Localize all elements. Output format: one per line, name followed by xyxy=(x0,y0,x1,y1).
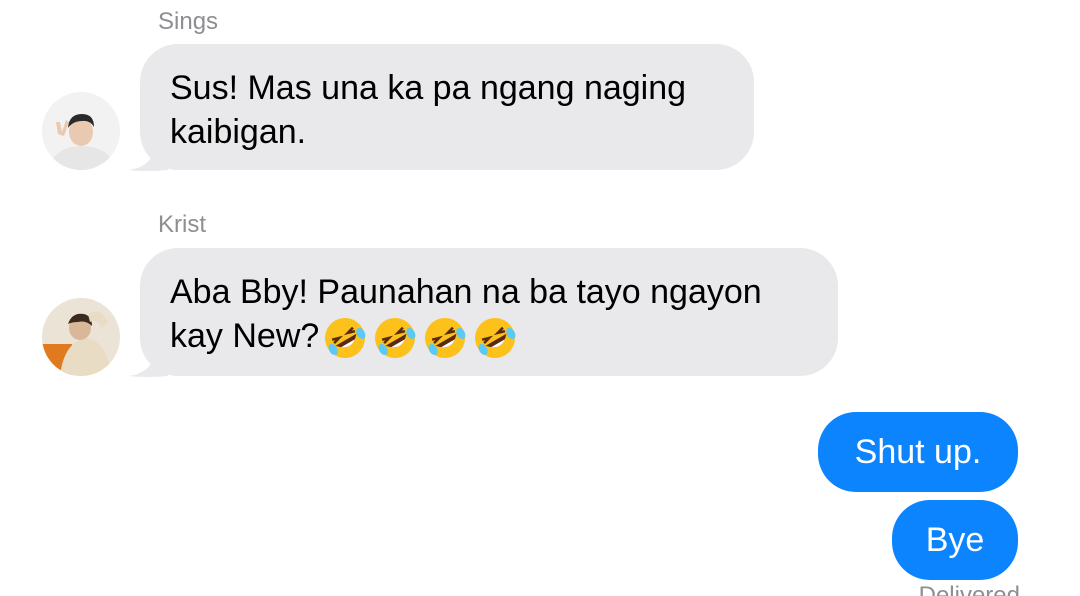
avatar-photo-krist xyxy=(42,298,120,376)
message-line: Sus! Mas una ka pa ngang naging xyxy=(170,69,687,107)
emoji-group xyxy=(321,314,521,362)
message-bubble-sings[interactable]: Sus! Mas una ka pa ngang naging kaibigan… xyxy=(140,44,754,170)
message-thread: Sings Sus! Mas una ka pa ngang naging ka… xyxy=(0,0,1080,596)
message-line-text: kay New? xyxy=(170,317,320,355)
rolling-on-floor-laughing-emoji-icon xyxy=(425,318,466,359)
rolling-on-floor-laughing-emoji-icon xyxy=(475,318,516,359)
sender-name-sings: Sings xyxy=(158,8,219,35)
sender-name-krist: Krist xyxy=(158,211,206,238)
message-line: kay New? xyxy=(170,314,808,362)
message-bubble-outgoing-shut-up[interactable]: Shut up. xyxy=(818,412,1018,492)
rolling-on-floor-laughing-emoji-icon xyxy=(325,318,366,359)
rolling-on-floor-laughing-emoji-icon xyxy=(375,318,416,359)
avatar-sings[interactable] xyxy=(42,92,120,170)
delivery-status: Delivered xyxy=(918,582,1020,596)
avatar-photo-sings xyxy=(42,92,120,170)
message-line: kaibigan. xyxy=(170,113,307,151)
avatar-krist[interactable] xyxy=(42,298,120,376)
message-line: Aba Bby! Paunahan na ba tayo ngayon xyxy=(170,273,762,311)
message-bubble-outgoing-bye[interactable]: Bye xyxy=(892,500,1018,580)
message-bubble-krist[interactable]: Aba Bby! Paunahan na ba tayo ngayon kay … xyxy=(140,248,838,376)
